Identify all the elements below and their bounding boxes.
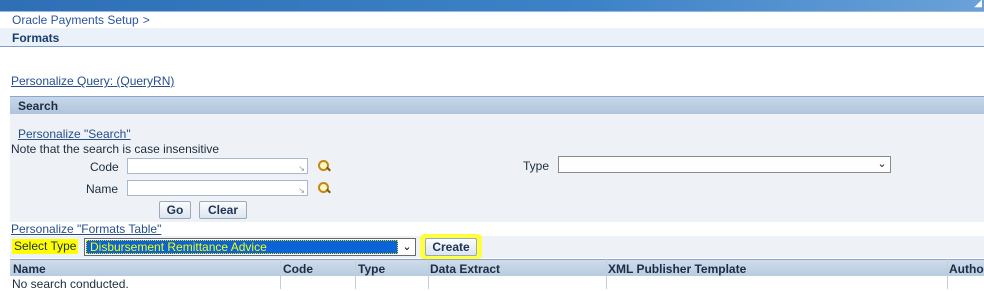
window-corner-icon: ◢ bbox=[974, 0, 982, 9]
page-title-band bbox=[0, 28, 984, 47]
case-insensitive-note: Note that the search is case insensitive bbox=[11, 142, 220, 156]
breadcrumb-separator: > bbox=[142, 13, 150, 27]
create-button[interactable]: Create bbox=[425, 238, 477, 256]
breadcrumb-link[interactable]: Oracle Payments Setup bbox=[12, 13, 139, 27]
personalize-search-link[interactable]: Personalize "Search" bbox=[18, 127, 131, 141]
personalize-formats-table-link[interactable]: Personalize "Formats Table" bbox=[11, 222, 161, 236]
select-type-dropdown[interactable]: Disbursement Remittance Advice ⌄ bbox=[84, 238, 416, 256]
column-data-extract[interactable]: Data Extract bbox=[430, 262, 500, 276]
column-xml-publisher-template[interactable]: XML Publisher Template bbox=[608, 262, 746, 276]
go-button[interactable]: Go bbox=[159, 201, 191, 219]
column-name[interactable]: Name bbox=[13, 262, 46, 276]
name-input[interactable]: ↘ bbox=[127, 180, 308, 196]
code-label: Code bbox=[90, 160, 119, 174]
column-divider bbox=[428, 259, 429, 289]
name-label: Name bbox=[86, 182, 119, 196]
search-icon[interactable] bbox=[318, 182, 331, 194]
column-code[interactable]: Code bbox=[283, 262, 313, 276]
top-banner: ◢ bbox=[0, 0, 984, 12]
breadcrumb: Oracle Payments Setup > bbox=[12, 13, 150, 27]
column-divider bbox=[355, 259, 356, 289]
select-type-label: Select Type bbox=[12, 239, 79, 254]
personalize-query-link[interactable]: Personalize Query: (QueryRN) bbox=[11, 74, 174, 88]
type-select[interactable]: ⌄ bbox=[558, 156, 891, 173]
formats-table-header: Name Code Type Data Extract XML Publishe… bbox=[10, 259, 984, 276]
column-author[interactable]: Autho bbox=[949, 262, 984, 276]
search-header-title: Search bbox=[18, 99, 59, 113]
resize-grip-icon: ↘ bbox=[298, 186, 305, 195]
column-divider bbox=[606, 259, 607, 289]
chevron-down-icon: ⌄ bbox=[402, 241, 412, 253]
page-title: Formats bbox=[12, 31, 60, 45]
column-divider bbox=[280, 259, 281, 289]
type-label: Type bbox=[523, 159, 550, 173]
chevron-down-icon: ⌄ bbox=[877, 158, 887, 170]
column-divider bbox=[947, 259, 948, 289]
search-header: Search bbox=[10, 96, 984, 114]
code-input[interactable]: ↘ bbox=[127, 158, 308, 174]
resize-grip-icon: ↘ bbox=[298, 164, 305, 173]
search-icon[interactable] bbox=[318, 160, 331, 172]
column-type[interactable]: Type bbox=[358, 262, 385, 276]
clear-button[interactable]: Clear bbox=[199, 201, 247, 219]
select-type-value: Disbursement Remittance Advice bbox=[86, 240, 398, 254]
